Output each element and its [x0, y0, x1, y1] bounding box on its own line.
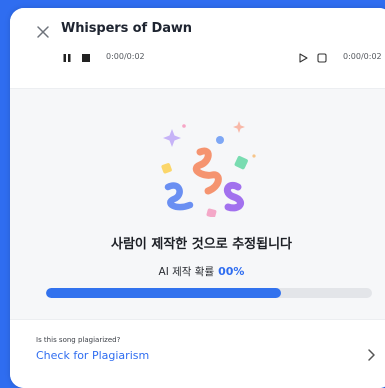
music-confetti-illustration: [161, 121, 256, 217]
result-panel: Whispers of Dawn 0:00/0:02 0:00/0:02 사람이…: [10, 8, 385, 388]
panel-header: Whispers of Dawn 0:00/0:02 0:00/0:02: [10, 8, 385, 88]
stop-icon[interactable]: [81, 53, 91, 63]
plagiarism-question: Is this song plagiarized?: [36, 336, 121, 344]
probability-bar: [46, 288, 372, 298]
probability-label: AI 제작 확률: [158, 266, 215, 278]
ai-probability: AI 제작 확률 00%: [10, 264, 385, 279]
probability-value: 00%: [218, 265, 245, 278]
close-icon[interactable]: [36, 25, 50, 39]
chevron-right-icon[interactable]: [366, 348, 376, 362]
check-plagiarism-link[interactable]: Check for Plagiarism: [36, 349, 149, 362]
song-title: Whispers of Dawn: [61, 21, 192, 36]
play-icon[interactable]: [298, 53, 308, 63]
pause-icon[interactable]: [62, 53, 72, 63]
probability-bar-fill: [46, 288, 281, 298]
time-readout-left: 0:00/0:02: [106, 52, 145, 61]
result-headline: 사람이 제작한 것으로 추정됩니다: [110, 237, 293, 252]
plagiarism-footer[interactable]: Is this song plagiarized? Check for Plag…: [10, 319, 385, 388]
time-readout-right: 0:00/0:02: [343, 52, 382, 61]
analysis-area: 사람이 제작한 것으로 추정됩니다 AI 제작 확률 00%: [10, 89, 385, 319]
stop-outline-icon[interactable]: [317, 53, 327, 63]
